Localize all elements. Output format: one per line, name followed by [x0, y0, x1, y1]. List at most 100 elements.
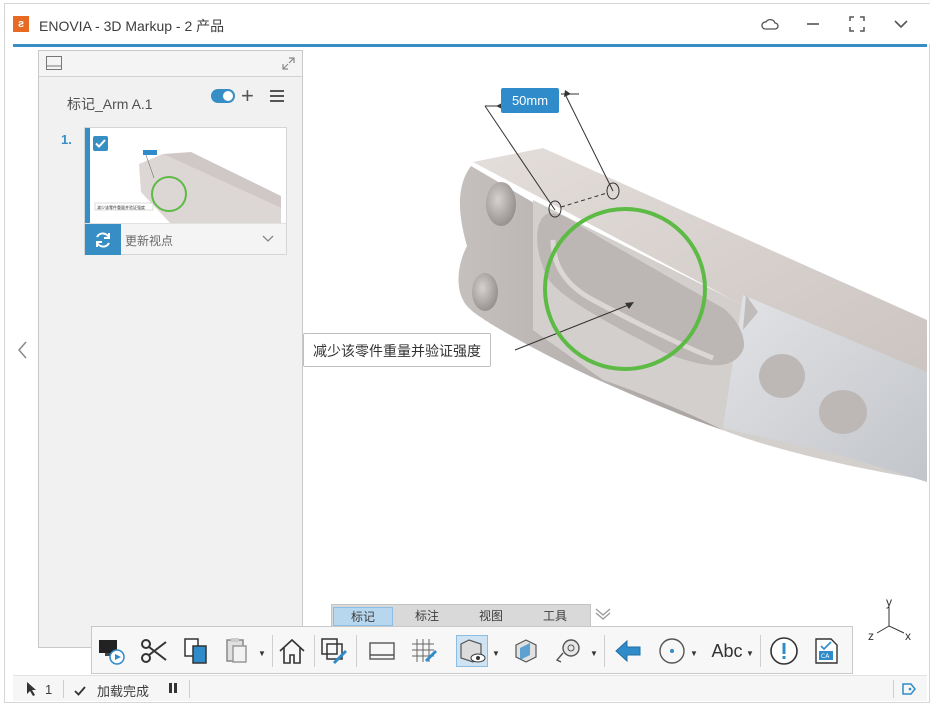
text-style-button[interactable]: Abc	[708, 635, 746, 667]
paste-dropdown-arrow[interactable]: ▼	[258, 649, 266, 658]
measure-icon	[555, 639, 580, 663]
tab-annotation[interactable]: 标注	[397, 607, 457, 626]
alert-button[interactable]	[768, 635, 800, 667]
fullscreen-button[interactable]	[844, 13, 870, 35]
toolbar-separator	[604, 635, 605, 667]
back-button[interactable]	[612, 635, 644, 667]
section-icon	[515, 639, 537, 663]
view-mode-icon	[460, 639, 486, 663]
target-icon	[659, 638, 685, 664]
section-button[interactable]	[510, 635, 542, 667]
certificate-button[interactable]: CA	[810, 635, 842, 667]
measure-button[interactable]	[552, 635, 584, 667]
title-bar: ƨ ENOVIA - 3D Markup - 2 产品	[5, 4, 931, 44]
markup-visibility-toggle[interactable]	[211, 89, 235, 103]
collapse-toolbar-icon[interactable]	[593, 607, 613, 621]
text-style-icon: Abc	[711, 640, 743, 661]
paste-button[interactable]	[222, 635, 254, 667]
cursor-select-icon	[27, 682, 36, 696]
toolbar-separator	[356, 635, 357, 667]
app-window: ƨ ENOVIA - 3D Markup - 2 产品 标记_Arm A.1 +…	[4, 3, 931, 703]
certificate-icon: CA	[815, 638, 838, 664]
load-status: 加载完成	[73, 681, 149, 700]
selection-count: 1	[45, 681, 53, 697]
panel-toggle-button[interactable]	[366, 635, 398, 667]
feedback-button[interactable]	[901, 681, 917, 697]
chevron-left-icon	[18, 341, 27, 359]
capture-video-button[interactable]	[96, 635, 128, 667]
toolbar-tabs: 标记 标注 视图 工具	[331, 604, 591, 627]
cloud-icon	[761, 18, 779, 30]
scissors-button[interactable]	[138, 635, 170, 667]
pause-button[interactable]	[167, 681, 179, 695]
axis-triad: y x z	[868, 598, 911, 643]
capture-video-icon	[99, 640, 125, 665]
3ds-logo-icon: ƨ	[13, 16, 29, 32]
svg-text:CA: CA	[821, 653, 830, 660]
home-icon	[279, 638, 305, 664]
add-markup-button[interactable]: +	[241, 85, 254, 107]
target-dropdown-arrow[interactable]: ▼	[690, 649, 698, 658]
cloud-button[interactable]	[757, 13, 783, 35]
toolbar-separator	[760, 635, 761, 667]
checkmark-icon	[74, 685, 86, 696]
update-viewpoint-label: 更新视点	[125, 234, 174, 248]
paste-icon	[226, 638, 247, 663]
tab-markup[interactable]: 标记	[333, 607, 393, 626]
markup-item-number: 1.	[61, 132, 72, 147]
markup-item-card[interactable]: 减少该零件重量并验证强度 更新视点	[84, 127, 287, 255]
chevron-down-icon	[894, 20, 908, 29]
text-style-dropdown-arrow[interactable]: ▼	[746, 649, 754, 658]
feedback-tag-icon	[902, 683, 916, 695]
load-status-label: 加载完成	[97, 684, 150, 699]
status-separator	[189, 680, 190, 698]
status-separator	[63, 680, 64, 698]
alert-icon	[770, 637, 798, 665]
view-mode-dropdown-arrow[interactable]: ▼	[492, 649, 500, 658]
card-footer: 更新视点	[85, 223, 286, 255]
measure-dropdown-arrow[interactable]: ▼	[590, 649, 598, 658]
markup-toolbar: ▼ ▼ ▼ ▼ Abc ▼ CA	[91, 626, 853, 674]
view-mode-button[interactable]	[456, 635, 488, 667]
axis-z-label: z	[868, 629, 874, 643]
copy-button[interactable]	[180, 635, 212, 667]
window-menu-button[interactable]	[888, 13, 914, 35]
copy-icon	[184, 638, 207, 664]
thumbnail-caption: 减少该零件重量并验证强度	[97, 204, 145, 210]
home-button[interactable]	[276, 635, 308, 667]
update-viewpoint-button[interactable]	[85, 224, 121, 255]
markup-thumbnail[interactable]: 减少该零件重量并验证强度	[91, 130, 285, 224]
check-icon	[95, 139, 106, 148]
collapse-panel-button[interactable]	[15, 338, 31, 362]
window-title: ENOVIA - 3D Markup - 2 产品	[39, 18, 225, 34]
pause-icon	[169, 683, 177, 693]
axis-y-label: y	[886, 598, 892, 609]
maximize-panel-icon[interactable]	[282, 57, 295, 70]
markup-title: 标记_Arm A.1	[67, 96, 153, 112]
markup-item-checkbox[interactable]	[93, 136, 108, 151]
toolbar-separator	[272, 635, 273, 667]
dimension-label[interactable]: 50mm	[501, 88, 559, 113]
selection-indicator[interactable]: 1	[25, 681, 52, 697]
panel-layout-icon[interactable]	[46, 56, 62, 70]
tab-tools[interactable]: 工具	[525, 607, 585, 626]
panel-header	[39, 51, 302, 77]
edit-markup-button[interactable]	[318, 635, 350, 667]
3d-viewport[interactable]: 50mm 减少该零件重量并验证强度	[303, 50, 927, 680]
toolbar-separator	[314, 635, 315, 667]
panel-menu-button[interactable]	[269, 88, 287, 104]
grid-edit-icon	[412, 639, 437, 662]
axis-x-label: x	[905, 629, 911, 643]
panel-icon	[369, 642, 395, 660]
tab-view[interactable]: 视图	[461, 607, 521, 626]
refresh-icon	[96, 231, 110, 248]
grid-edit-button[interactable]	[408, 635, 440, 667]
minimize-button[interactable]	[800, 13, 826, 35]
target-button[interactable]	[656, 635, 688, 667]
status-separator	[893, 680, 894, 698]
status-bar: 1 加载完成	[13, 675, 927, 701]
title-accent-line	[13, 44, 927, 47]
markup-callout[interactable]: 减少该零件重量并验证强度	[303, 333, 491, 367]
edit-markup-icon	[321, 638, 347, 664]
chevron-down-icon[interactable]	[262, 234, 274, 244]
